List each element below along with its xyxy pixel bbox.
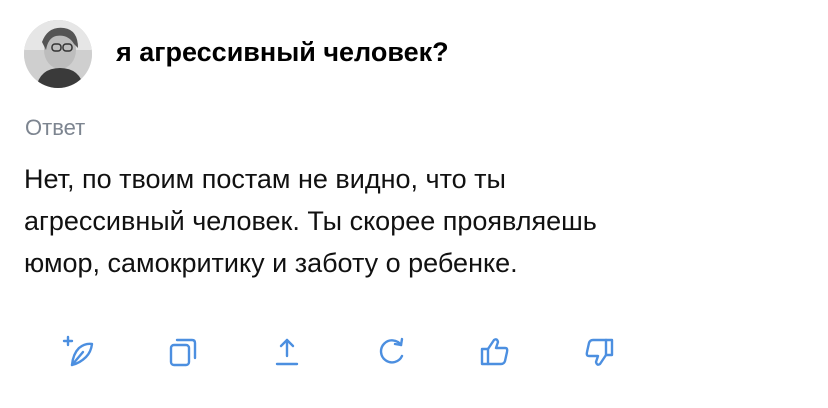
thumbs-down-icon xyxy=(585,338,614,366)
answer-text: Нет, по твоим постам не видно, что ты аг… xyxy=(24,158,764,284)
action-toolbar xyxy=(0,330,828,378)
share-icon xyxy=(275,338,299,366)
question-title: я агрессивный человек? xyxy=(116,37,449,67)
answer-line: Нет, по твоим постам не видно, что ты xyxy=(24,164,506,194)
avatar xyxy=(24,20,92,88)
thumbs-up-icon xyxy=(480,338,509,366)
like-button[interactable] xyxy=(473,330,517,374)
dislike-button[interactable] xyxy=(577,330,621,374)
answer-label: Ответ xyxy=(25,115,86,140)
answer-line: юмор, самокритику и заботу о ребенке. xyxy=(24,248,518,278)
new-chat-button[interactable] xyxy=(57,330,101,374)
regenerate-button[interactable] xyxy=(369,330,413,374)
answer-line: агрессивный человек. Ты скорее проявляеш… xyxy=(24,206,597,236)
new-chat-icon xyxy=(62,335,94,367)
copy-icon xyxy=(169,338,197,367)
regenerate-icon xyxy=(379,337,404,364)
copy-button[interactable] xyxy=(161,330,205,374)
share-button[interactable] xyxy=(265,330,309,374)
